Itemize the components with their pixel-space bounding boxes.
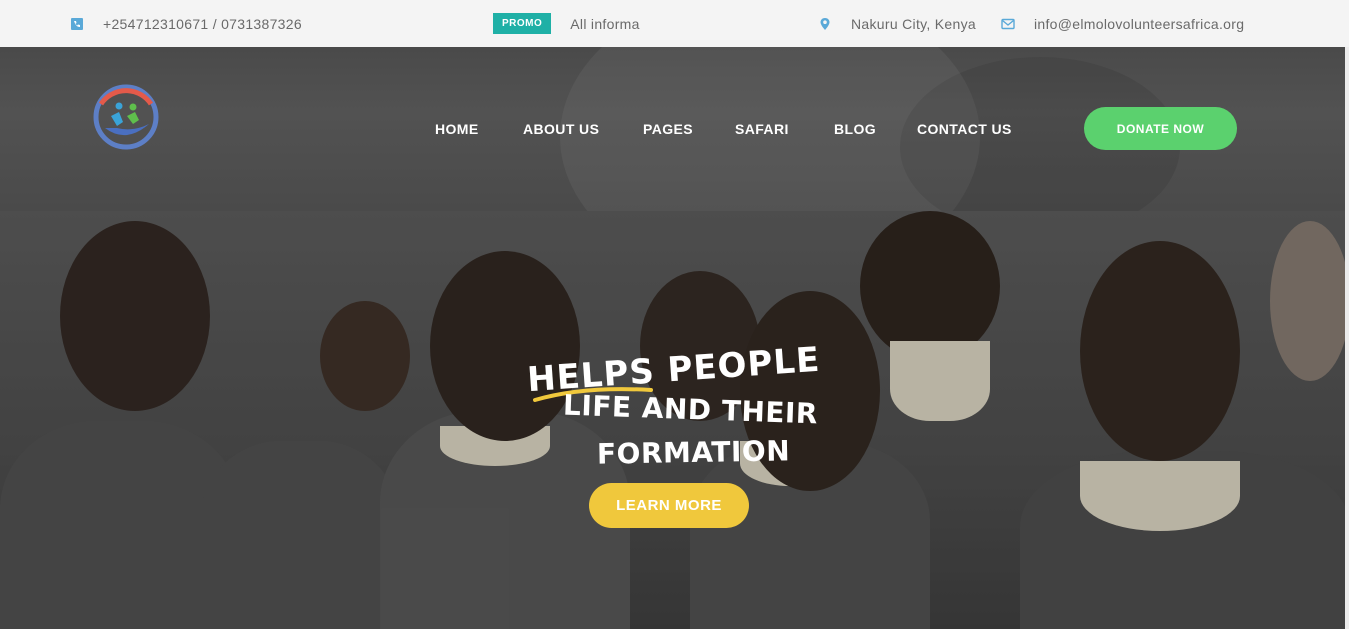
site-logo[interactable]: [93, 82, 159, 152]
promo-text: All informa: [570, 15, 640, 32]
phone-icon: [71, 17, 83, 30]
page-scrollbar[interactable]: [1345, 47, 1349, 629]
learn-more-button[interactable]: LEARN MORE: [589, 483, 749, 528]
top-info-bar: +254712310671 / 0731387326 PROMO All inf…: [0, 0, 1349, 47]
phone-number: +254712310671 / 0731387326: [103, 15, 302, 32]
email-address: info@elmolovolunteersafrica.org: [1034, 15, 1245, 32]
promo-ticker: PROMO All informa: [493, 0, 640, 47]
map-pin-icon: [820, 17, 830, 30]
email-info[interactable]: info@elmolovolunteersafrica.org: [1001, 0, 1244, 47]
nav-contact-us[interactable]: CONTACT US: [917, 121, 1012, 137]
nav-pages[interactable]: PAGES: [643, 121, 693, 137]
phone-info[interactable]: +254712310671 / 0731387326: [70, 0, 302, 47]
nav-safari[interactable]: SAFARI: [735, 121, 789, 137]
nav-home[interactable]: HOME: [435, 121, 479, 137]
location-info: Nakuru City, Kenya: [818, 0, 976, 47]
hero-heading-line-3: Formation: [596, 434, 791, 471]
donate-now-button[interactable]: DONATE NOW: [1084, 107, 1237, 150]
location-text: Nakuru City, Kenya: [851, 15, 976, 32]
nav-blog[interactable]: BLOG: [834, 121, 876, 137]
promo-badge: PROMO: [493, 13, 552, 34]
envelope-icon: [1001, 18, 1015, 29]
nav-about-us[interactable]: ABOUT US: [523, 121, 599, 137]
